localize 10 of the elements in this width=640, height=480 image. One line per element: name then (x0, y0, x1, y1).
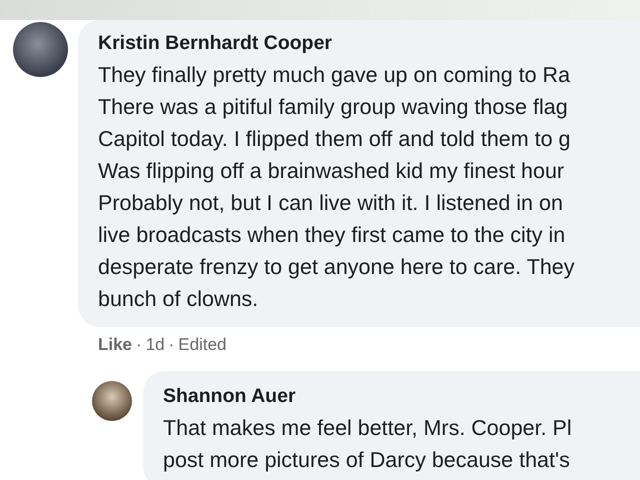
author-name[interactable]: Shannon Auer (163, 385, 640, 408)
separator-dot: · (168, 335, 174, 355)
avatar[interactable] (92, 381, 132, 421)
reply-text: That makes me feel better, Mrs. Cooper. Pl post more pictures of Darcy because that's (163, 415, 573, 474)
edited-label: Edited (178, 335, 226, 355)
comment-text: They finally pretty much gave up on coming to Ra There was a pitiful family group waving those flag Capitol today. I flipped them off and told them to g Was flipping off a brainwashed kid my finest hour Probably not, but I can live with it. I listened in on live broadcasts when they first came to the city in desperate frenzy to get anyone here to care. They bunch of clowns. (98, 62, 576, 313)
like-link[interactable]: Like (98, 335, 132, 355)
comment-time[interactable]: 1d (146, 335, 165, 355)
separator-dot: · (136, 335, 142, 355)
author-name[interactable]: Kristin Bernhardt Cooper (98, 32, 640, 55)
